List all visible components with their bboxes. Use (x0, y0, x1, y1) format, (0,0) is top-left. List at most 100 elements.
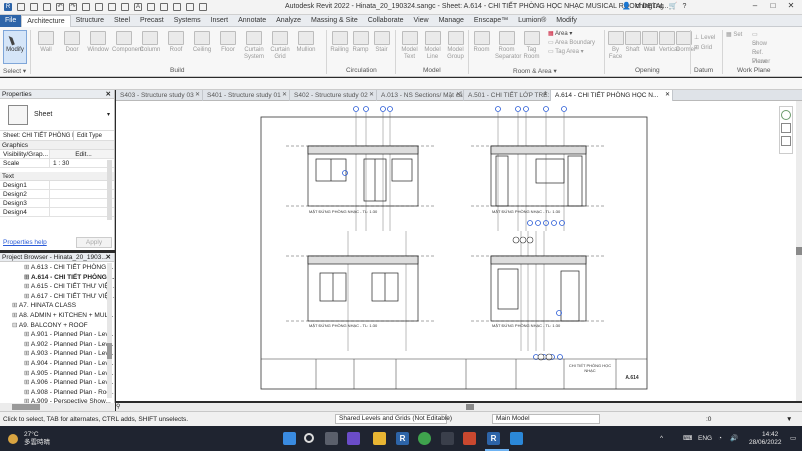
viewer-button[interactable]: ▭ Viewer (752, 49, 770, 67)
shaft-button[interactable]: Shaft (625, 31, 641, 54)
stair-button[interactable]: Stair (372, 31, 391, 54)
view-tab[interactable]: S403 - Structure study 03 ✕ (116, 90, 203, 101)
browser-item[interactable]: ⊞ A.902 - Planned Plan - Lev... (0, 340, 114, 350)
property-value[interactable] (50, 190, 114, 198)
close-icon[interactable]: ✕ (195, 90, 200, 101)
steering-wheel-icon[interactable] (781, 110, 791, 120)
expand-icon[interactable]: ⊞ (24, 350, 31, 357)
scroll-thumb[interactable] (12, 404, 40, 410)
clock-time[interactable]: 14:42 (762, 431, 778, 438)
property-value[interactable] (50, 181, 114, 189)
redo-icon[interactable]: ↷ (69, 3, 77, 11)
close-icon[interactable]: ✕ (784, 1, 798, 13)
wifi-icon[interactable]: ◔ (718, 435, 722, 442)
revit-logo-icon[interactable]: R (4, 3, 12, 11)
expand-icon[interactable]: ⊞ (24, 264, 31, 271)
expand-icon[interactable]: ⊞ (24, 360, 31, 367)
app-icon[interactable] (510, 432, 523, 445)
room-separator-button[interactable]: Room Separator (495, 31, 521, 61)
save-icon[interactable] (30, 3, 38, 11)
canvas-vscroll[interactable] (796, 101, 802, 401)
grid-button[interactable]: ⊞ Grid (694, 43, 715, 53)
expand-icon[interactable]: ⊞ (24, 331, 31, 338)
thin-lines-icon[interactable] (173, 3, 181, 11)
browser-item[interactable]: ⊞ A8. ADMIN + KITCHEN + MUL... (0, 311, 114, 321)
ribbon-tab-annotate[interactable]: Annotate (233, 15, 271, 27)
modify-button[interactable]: Modify (3, 30, 27, 64)
clock-date[interactable]: 28/06/2022 (749, 439, 782, 446)
browser-item[interactable]: ⊟ A9. BALCONY + ROOF (0, 321, 114, 331)
close-icon[interactable]: ✕ (282, 90, 287, 101)
wall-button[interactable]: Wall (34, 31, 58, 54)
canvas-hscroll[interactable]: ⚲ (116, 403, 802, 411)
zoom-icon[interactable] (781, 123, 791, 133)
property-value[interactable]: 1 : 30 (50, 159, 114, 167)
chrome-icon[interactable] (418, 432, 431, 445)
window-button[interactable]: Window (86, 31, 110, 54)
expand-icon[interactable]: ⊞ (24, 283, 31, 290)
model-text-button[interactable]: Model Text (399, 31, 420, 61)
expand-icon[interactable]: ⊞ (24, 370, 31, 377)
keyboard-icon[interactable]: ⌨ (683, 435, 692, 442)
ribbon-tab-view[interactable]: View (409, 15, 434, 27)
properties-help-link[interactable]: Properties help (3, 239, 47, 246)
roof-button[interactable]: Roof (164, 31, 188, 54)
view-scale-icon[interactable]: ⚲ (116, 404, 122, 410)
notifications-icon[interactable]: ▭ (790, 435, 796, 442)
browser-scrollbar[interactable] (107, 263, 112, 398)
browser-item[interactable]: ⊞ A.904 - Planned Plan - Lev... (0, 359, 114, 369)
collapse-icon[interactable]: ⊟ (12, 322, 19, 329)
chevron-down-icon[interactable]: ▾ (107, 111, 110, 118)
column-button[interactable]: Column (138, 31, 162, 54)
ribbon-tab-architecture[interactable]: Architecture (21, 14, 71, 27)
file-explorer-icon[interactable] (373, 432, 386, 445)
close-icon[interactable]: ✕ (543, 90, 548, 101)
app-icon[interactable] (441, 432, 454, 445)
model-group-button[interactable]: Model Group (445, 31, 466, 61)
close-icon[interactable]: ✕ (665, 90, 670, 101)
user-name[interactable]: chingi.ng (636, 3, 664, 10)
scroll-thumb[interactable] (466, 404, 474, 410)
section-icon[interactable] (160, 3, 168, 11)
type-selector[interactable]: Sheet ▾ (0, 99, 114, 131)
minimize-icon[interactable]: – (748, 1, 762, 13)
filter-icon[interactable]: ▼ (786, 412, 792, 427)
property-value[interactable] (50, 208, 114, 216)
scroll-thumb[interactable] (107, 343, 112, 359)
dormer-button[interactable]: Dormer (676, 31, 696, 54)
ribbon-tab-massing-site[interactable]: Massing & Site (306, 15, 363, 27)
design-option-dropdown[interactable]: Main Model (492, 414, 600, 424)
browser-item[interactable]: ⊞ A.613 - CHI TIẾT PHÒNG ... (0, 263, 114, 273)
close-icon[interactable]: ✕ (456, 90, 461, 101)
browser-item[interactable]: ⊞ A.905 - Planned Plan - Lev... (0, 369, 114, 379)
language-indicator[interactable]: ENG (698, 435, 712, 442)
expand-icon[interactable]: ⊞ (24, 293, 31, 300)
railing-button[interactable]: Railing (330, 31, 349, 54)
start-icon[interactable] (283, 432, 296, 445)
cart-icon[interactable]: 🛒 (669, 2, 678, 10)
ceiling-button[interactable]: Ceiling (190, 31, 214, 54)
ribbon-tab-insert[interactable]: Insert (206, 15, 234, 27)
close-hidden-icon[interactable] (186, 3, 194, 11)
revit-icon[interactable]: R (396, 432, 409, 445)
text-icon[interactable]: A (134, 3, 142, 11)
mullion-button[interactable]: Mullion (294, 31, 318, 54)
close-icon[interactable]: ✕ (106, 90, 111, 99)
expand-icon[interactable]: ⊞ (12, 312, 19, 319)
property-value[interactable]: Edit... (50, 150, 114, 158)
tag-area-button[interactable]: ▭ Tag Area ▾ (548, 48, 595, 57)
view-tab[interactable]: S402 - Structure study 02 ✕ (290, 90, 377, 101)
3d-view-icon[interactable] (147, 3, 155, 11)
area-boundary-button[interactable]: ▭ Area Boundary (548, 39, 595, 48)
ramp-button[interactable]: Ramp (351, 31, 370, 54)
text-section[interactable]: Text (0, 172, 114, 181)
ribbon-tab-analyze[interactable]: Analyze (271, 15, 306, 27)
ribbon-tab-systems[interactable]: Systems (169, 15, 206, 27)
ribbon-tab-manage[interactable]: Manage (434, 15, 469, 27)
browser-item[interactable]: ⊞ A.906 - Planned Plan - Lev... (0, 378, 114, 388)
pan-icon[interactable] (781, 136, 791, 146)
view-tab[interactable]: A.501 - CHI TIẾT LỚP TRẺ: 12-24 T...✕ (464, 90, 551, 101)
ribbon-tab-enscape-[interactable]: Enscape™ (469, 15, 513, 27)
expand-icon[interactable]: ⊞ (24, 341, 31, 348)
revit-icon[interactable]: R (487, 432, 500, 445)
